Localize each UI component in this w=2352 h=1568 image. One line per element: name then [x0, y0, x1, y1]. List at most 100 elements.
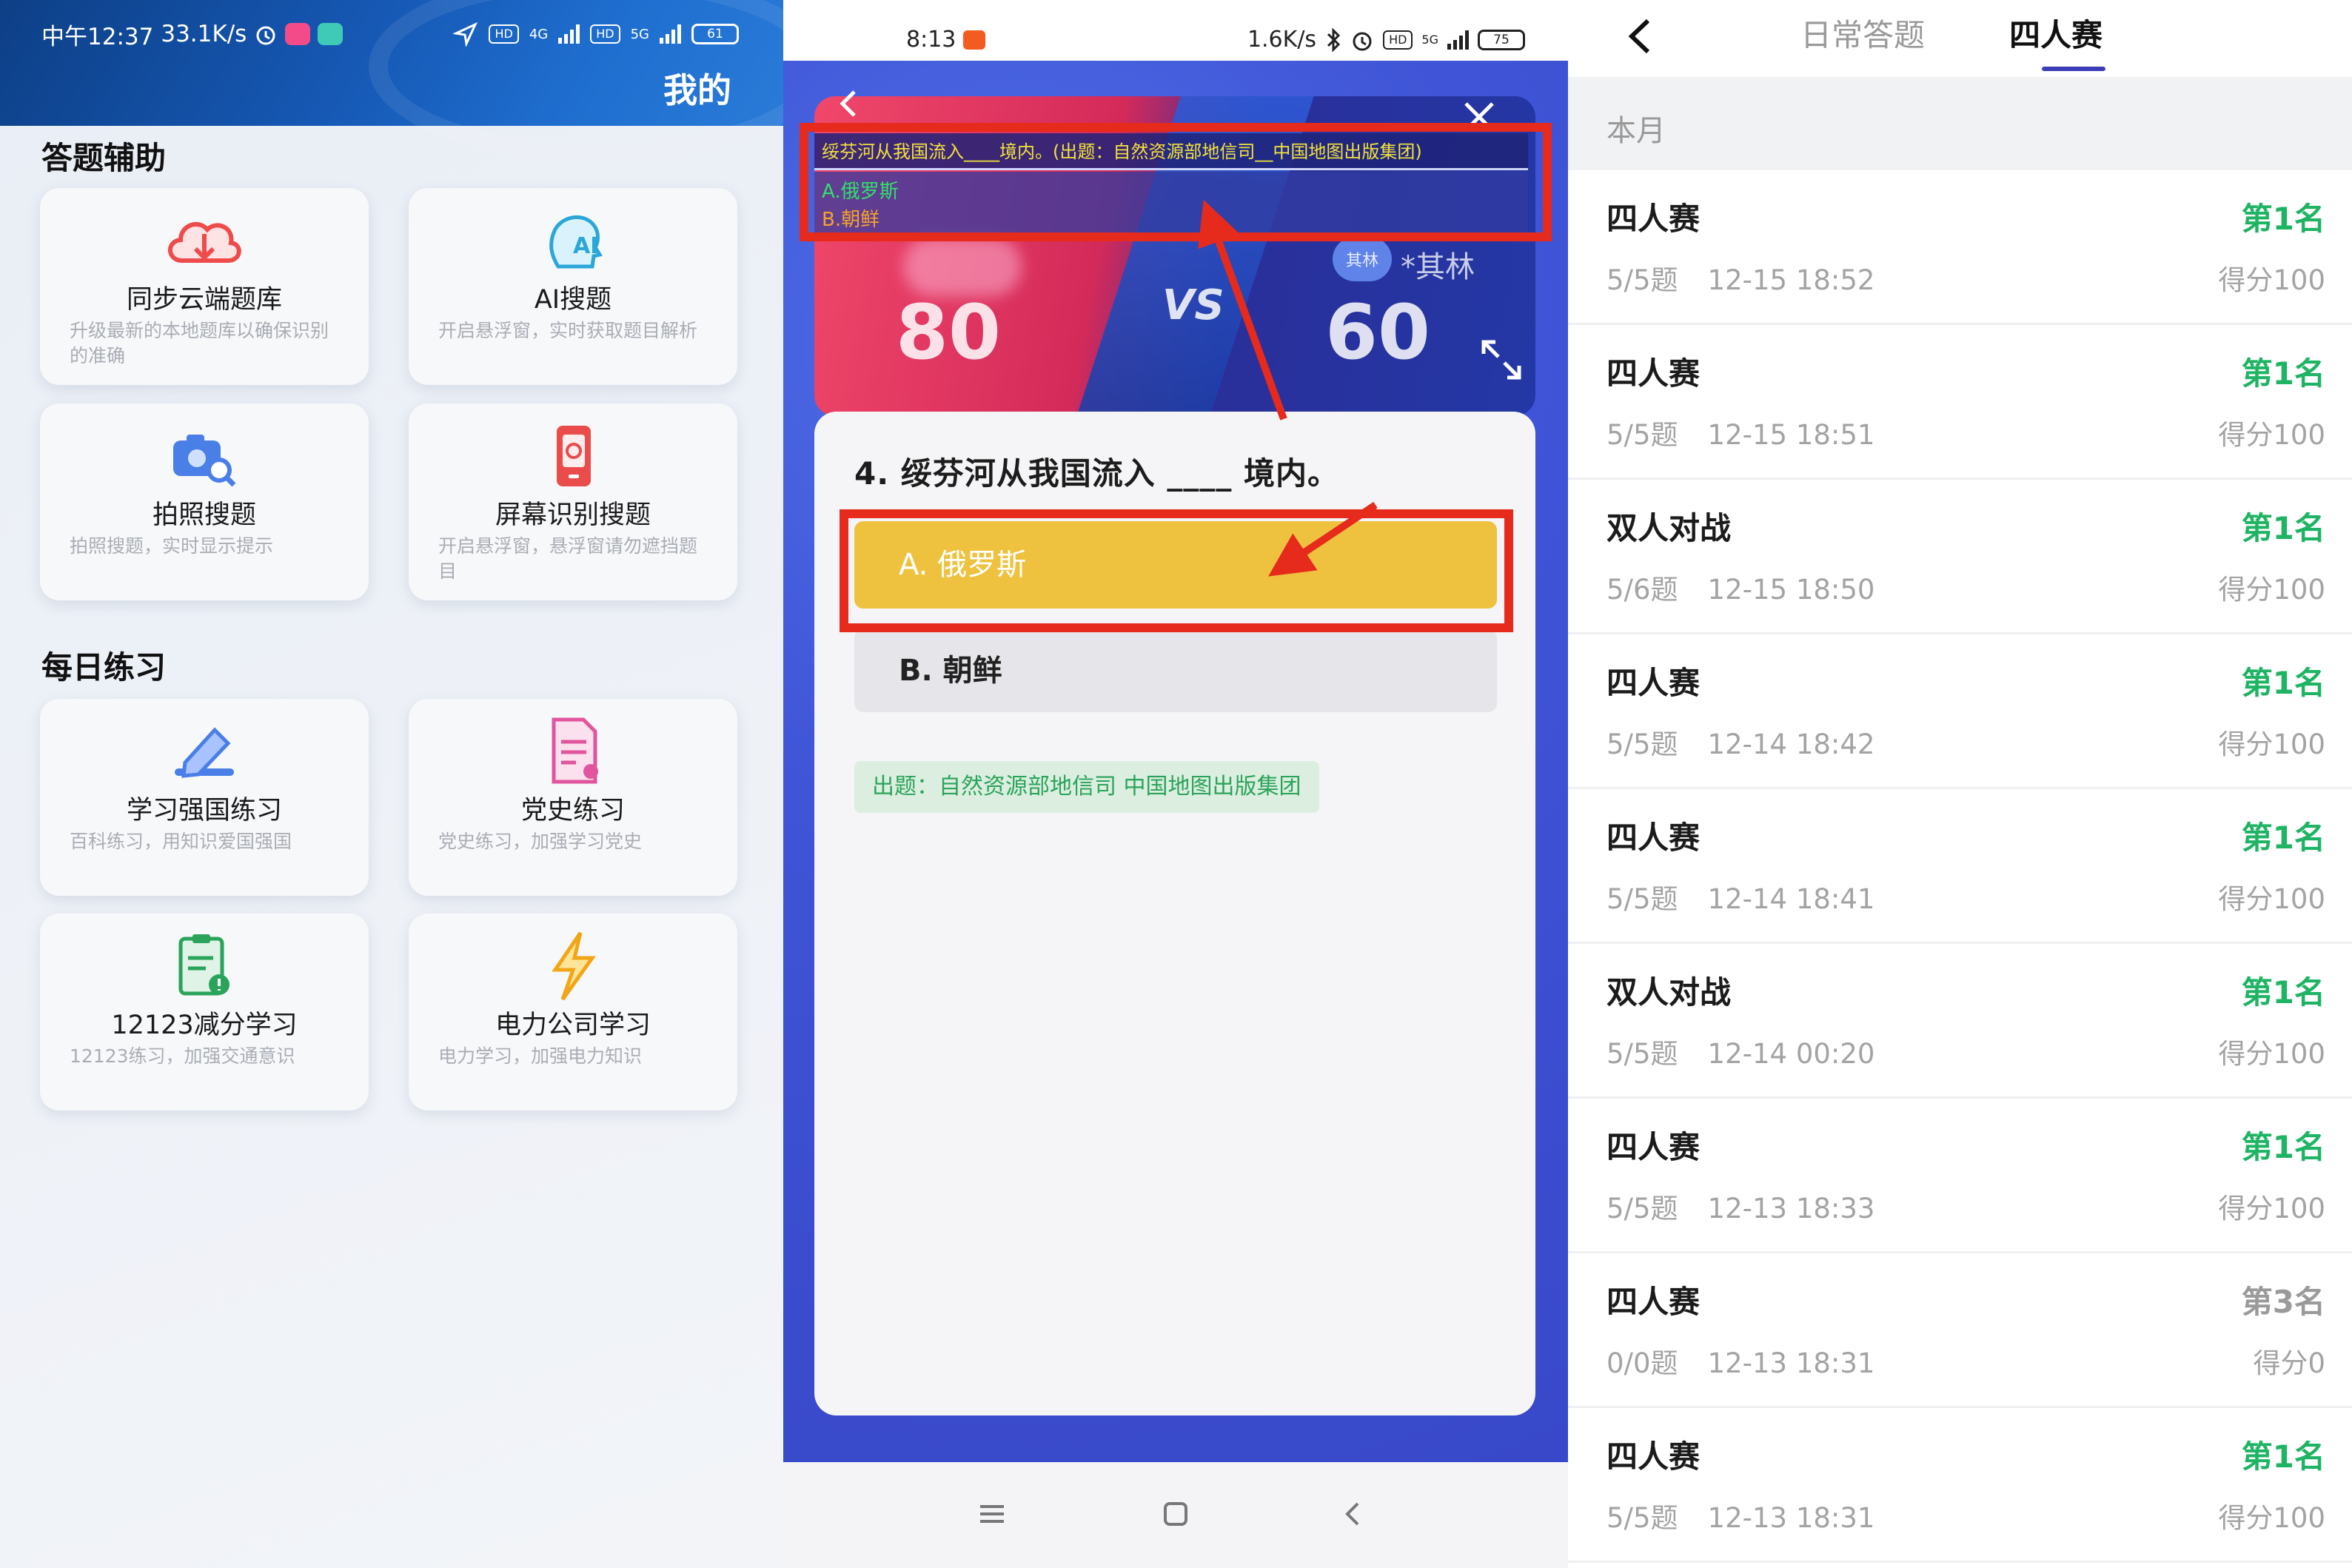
record-score: 得分100	[2218, 419, 2325, 451]
svg-text:AI: AI	[573, 233, 598, 259]
record-score: 得分100	[2218, 728, 2325, 760]
record-type: 四人赛	[1606, 1438, 1701, 1475]
card-title: 同步云端题库	[126, 285, 282, 315]
lightning-icon	[552, 931, 596, 1001]
document-icon	[552, 717, 598, 784]
hd-badge: HD	[489, 24, 519, 44]
card-power-company[interactable]: 电力公司学习 电力学习，加强电力知识	[409, 914, 737, 1110]
back-nav-icon[interactable]	[1331, 1492, 1376, 1536]
record-time: 12-14 18:41	[1707, 883, 1875, 915]
home-nav-icon[interactable]	[1153, 1492, 1198, 1536]
record-type: 四人赛	[1606, 820, 1701, 856]
record-row[interactable]: 四人赛 5/5题 12-14 18:41 第1名 得分100	[1568, 789, 2352, 944]
card-desc: 党史练习，加强学习党史	[438, 831, 643, 852]
tab-four-player[interactable]: 四人赛	[2009, 10, 2103, 56]
record-row[interactable]: 四人赛 5/5题 12-15 18:52 第1名 得分100	[1568, 170, 2352, 325]
record-row[interactable]: 四人赛 5/5题 12-13 18:31 第1名得分100	[1568, 1408, 2352, 1563]
record-row[interactable]: 双人对战 5/5题 12-14 00:20 第1名 得分100	[1568, 944, 2352, 1099]
section-heading: 答题辅助	[41, 140, 167, 176]
card-photo-search[interactable]: 拍照搜题 拍照搜题，实时显示提示	[40, 403, 369, 600]
record-progress: 5/5题	[1606, 883, 1678, 915]
record-time: 12-14 00:20	[1707, 1038, 1875, 1070]
record-meta: 5/5题 12-14 18:41	[1606, 877, 1874, 917]
arrow-to-option	[1268, 501, 1378, 577]
record-progress: 5/6题	[1606, 574, 1678, 606]
card-desc: 电力学习，加强电力知识	[438, 1045, 643, 1067]
record-row[interactable]: 四人赛 5/5题 12-14 18:42 第1名得分100	[1568, 634, 2352, 789]
status-bar-right: HD 4G HD 5G 61	[453, 18, 739, 50]
record-score: 得分100	[2218, 574, 2325, 606]
record-type: 四人赛	[1606, 201, 1701, 237]
record-rank: 第1名	[2241, 510, 2325, 546]
record-score: 得分100	[2218, 264, 2325, 296]
record-time: 12-13 18:31	[1707, 1347, 1875, 1379]
alarm-icon	[256, 26, 275, 45]
record-rank: 第1名	[2241, 355, 2325, 392]
record-meta: 5/5题 12-15 18:51	[1606, 412, 1874, 452]
record-rank: 第1名	[2241, 665, 2325, 701]
record-progress: 5/5题	[1606, 419, 1678, 451]
card-desc: 百科练习，用知识爱国强国	[70, 831, 292, 852]
record-time: 12-15 18:51	[1707, 419, 1875, 451]
record-progress: 5/5题	[1606, 1502, 1678, 1534]
record-rank: 第1名	[2241, 974, 2325, 1011]
record-row[interactable]: 四人赛 5/5题 12-13 18:33 第1名 得分100	[1568, 1099, 2352, 1253]
record-row[interactable]: 双人对战 5/6题 12-15 18:50 第1名 得分100	[1568, 480, 2352, 634]
record-time: 12-13 18:31	[1707, 1502, 1875, 1534]
camera-search-icon	[173, 435, 236, 487]
app-notification-icon	[318, 23, 344, 45]
record-progress: 5/5题	[1606, 728, 1678, 760]
record-row[interactable]: 四人赛 0/0题 12-13 18:31 第3名 得分0	[1568, 1253, 2352, 1408]
card-xuexi-practice[interactable]: 学习强国练习 百科练习，用知识爱国强国	[40, 699, 369, 896]
record-progress: 5/5题	[1606, 1193, 1678, 1224]
record-meta: 5/5题 12-15 18:52	[1606, 258, 1874, 298]
record-rank: 第1名	[2241, 1129, 2325, 1165]
record-meta: 5/5题 12-14 00:20	[1606, 1031, 1874, 1071]
month-header: 本月	[1568, 77, 2352, 170]
record-time: 12-14 18:42	[1707, 728, 1875, 760]
record-time: 12-13 18:33	[1707, 1193, 1875, 1224]
system-nav-bar	[783, 1462, 1568, 1568]
phone-scan-icon	[557, 426, 591, 486]
tab-daily-quiz[interactable]: 日常答题	[1800, 10, 1925, 56]
network-label: 5G	[630, 26, 649, 42]
records-list: 四人赛 5/5题 12-15 18:52 第1名 得分100 四人赛 5/5题 12-15 1…	[1568, 170, 2352, 1563]
active-tab-indicator	[2042, 67, 2105, 71]
card-sync-question-bank[interactable]: 同步云端题库 升级最新的本地题库以确保识别的准确	[40, 188, 369, 385]
record-rank: 第1名	[2241, 1438, 2325, 1475]
card-desc: 12123练习，加强交通意识	[70, 1045, 295, 1067]
record-score: 得分0	[2253, 1347, 2325, 1379]
record-meta: 5/5题 12-13 18:31	[1606, 1495, 1874, 1535]
card-desc: 升级最新的本地题库以确保识别的准确	[70, 320, 329, 366]
back-arrow-icon[interactable]	[1617, 10, 1661, 62]
record-score: 得分100	[2218, 1502, 2325, 1534]
status-bar-left: 中午12:37 33.1K/s	[41, 18, 344, 50]
card-12123-practice[interactable]: 12123减分学习 12123练习，加强交通意识	[40, 914, 369, 1110]
pencil-icon	[175, 727, 234, 778]
card-screen-recognition[interactable]: 屏幕识别搜题 开启悬浮窗，悬浮窗请勿遮挡题目	[409, 403, 737, 600]
card-party-history[interactable]: 党史练习 党史练习，加强学习党史	[409, 699, 737, 896]
card-ai-search[interactable]: AI AI搜题 开启悬浮窗，实时获取题目解析	[409, 188, 737, 385]
signal-icon	[660, 24, 681, 44]
menu-nav-icon[interactable]	[970, 1492, 1014, 1536]
record-rank: 第3名	[2241, 1284, 2325, 1320]
record-time: 12-15 18:52	[1707, 264, 1875, 296]
card-desc: 开启悬浮窗，实时获取题目解析	[438, 320, 698, 341]
card-title: 拍照搜题	[152, 500, 256, 530]
record-meta: 5/5题 12-13 18:33	[1606, 1186, 1874, 1226]
arrow-to-overlay	[1198, 199, 1287, 421]
record-type: 四人赛	[1606, 665, 1701, 701]
card-title: AI搜题	[534, 285, 612, 315]
annotation-arrows	[1198, 199, 1378, 577]
record-type: 四人赛	[1606, 355, 1701, 392]
record-progress: 0/0题	[1606, 1347, 1678, 1379]
record-meta: 5/6题 12-15 18:50	[1606, 567, 1874, 607]
record-row[interactable]: 四人赛 5/5题 12-15 18:51 第1名得分100	[1568, 325, 2352, 480]
record-progress: 5/5题	[1606, 1038, 1678, 1070]
mine-screen: 中午12:37 33.1K/s HD 4G HD 5G 61 我的 答题辅助 每…	[0, 0, 783, 1568]
card-title: 电力公司学习	[495, 1011, 651, 1040]
record-score: 得分100	[2218, 1038, 2325, 1070]
record-type: 四人赛	[1606, 1129, 1701, 1165]
status-time: 中午12:37	[41, 23, 154, 50]
app-notification-icon	[285, 23, 311, 45]
